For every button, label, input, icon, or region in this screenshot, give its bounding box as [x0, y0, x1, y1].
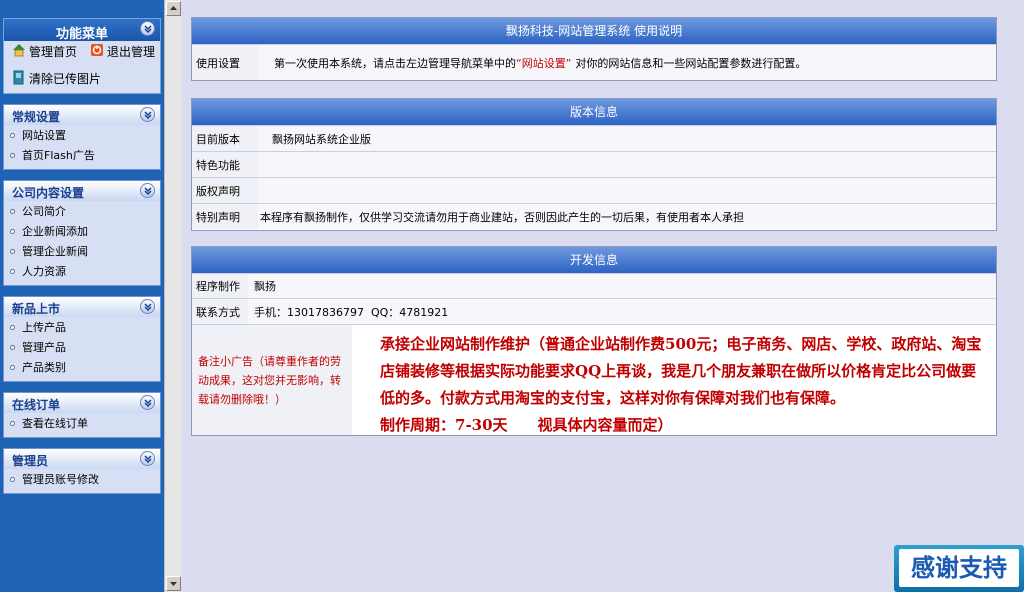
admin-title: 管理员	[12, 454, 49, 468]
bullet-icon	[10, 344, 15, 350]
ad-text: 承接企业网站制作维护（普通企业站制作费500元；电子商务、网店、学校、政府站、淘…	[380, 335, 982, 434]
online-orders-panel: 在线订单 查看在线订单	[3, 392, 161, 438]
arrow-down-icon	[170, 582, 177, 586]
developer-info-box: 开发信息 程序制作 飘扬 联系方式 手机：13017836797 QQ：4781…	[191, 246, 997, 436]
bullet-icon	[10, 364, 15, 370]
menu-item-upload-product[interactable]: 上传产品	[4, 317, 160, 337]
menu-item-add-news[interactable]: 企业新闻添加	[4, 221, 160, 241]
collapse-icon[interactable]	[140, 451, 155, 466]
features-row: 特色功能	[192, 151, 996, 177]
general-settings-title: 常规设置	[12, 110, 61, 124]
admin-panel: 管理员 管理员账号修改	[3, 448, 161, 494]
bullet-icon	[10, 132, 15, 138]
usage-text: 第一次使用本系统，请点击左边管理导航菜单中的 “网站设置” 对你的网站信息和一些网站…	[258, 45, 996, 80]
home-icon	[12, 43, 26, 60]
copyright-row: 版权声明	[192, 177, 996, 203]
author-row: 程序制作 飘扬	[192, 273, 996, 298]
bullet-icon	[10, 324, 15, 330]
online-orders-title: 在线订单	[12, 398, 61, 412]
version-row: 目前版本 飘扬网站系统企业版	[192, 125, 996, 151]
bullet-icon	[10, 152, 15, 158]
bullet-icon	[10, 248, 15, 254]
bullet-icon	[10, 228, 15, 234]
function-menu-title: 功能菜单	[55, 27, 108, 42]
dev-header: 开发信息	[192, 247, 996, 273]
scroll-down-button[interactable]	[166, 576, 181, 591]
disclaimer-row: 特别声明 本程序有飘扬制作，仅供学习交流请勿用于商业建站，否则因此产生的一切后果…	[192, 203, 996, 229]
version-info-box: 版本信息 目前版本 飘扬网站系统企业版 特色功能 版权声明 特别声明 本程序有飘…	[191, 98, 997, 231]
arrow-up-icon	[170, 6, 177, 10]
bullet-icon	[10, 420, 15, 426]
function-menu-header: 功能菜单	[4, 19, 160, 42]
clear-images-link[interactable]: 清除已传图片	[12, 69, 101, 88]
menu-item-admin-account[interactable]: 管理员账号修改	[4, 469, 160, 489]
admin-home-label: 管理首页	[29, 45, 78, 59]
bullet-icon	[10, 208, 15, 214]
bullet-icon	[10, 476, 15, 482]
collapse-icon[interactable]	[140, 183, 155, 198]
collapse-icon[interactable]	[140, 395, 155, 410]
usage-row: 使用设置 第一次使用本系统，请点击左边管理导航菜单中的 “网站设置” 对你的网站信息…	[192, 44, 996, 80]
site-settings-highlight: “网站设置”	[516, 56, 572, 70]
admin-home-link[interactable]: 管理首页	[12, 43, 77, 60]
general-settings-panel: 常规设置 网站设置 首页Flash广告	[3, 104, 161, 170]
clear-images-icon	[12, 69, 26, 88]
scroll-up-button[interactable]	[166, 1, 181, 16]
company-content-title: 公司内容设置	[12, 186, 85, 200]
new-products-title: 新品上市	[12, 302, 61, 316]
exit-icon	[90, 43, 104, 60]
menu-item-manage-news[interactable]: 管理企业新闻	[4, 241, 160, 261]
usage-header: 飘扬科技-网站管理系统 使用说明	[192, 18, 996, 44]
menu-item-product-categories[interactable]: 产品类别	[4, 357, 160, 377]
menu-item-homepage-flash-ad[interactable]: 首页Flash广告	[4, 145, 160, 165]
menu-item-company-profile[interactable]: 公司简介	[4, 201, 160, 221]
menu-item-manage-products[interactable]: 管理产品	[4, 337, 160, 357]
new-products-panel: 新品上市 上传产品 管理产品 产品类别	[3, 296, 161, 382]
version-header: 版本信息	[192, 99, 996, 125]
sidebar-scrollbar[interactable]	[164, 0, 181, 592]
usage-label: 使用设置	[192, 45, 258, 80]
thanks-badge: 感谢支持	[894, 545, 1024, 592]
contact-row: 联系方式 手机：13017836797 QQ：4781921	[192, 298, 996, 324]
menu-item-view-orders[interactable]: 查看在线订单	[4, 413, 160, 433]
ad-row: 备注小广告（请尊重作者的劳动成果，这对您并无影响，转载请勿删除哦！） 承接企业网…	[192, 324, 996, 435]
menu-item-human-resources[interactable]: 人力资源	[4, 261, 160, 281]
sidebar: 功能菜单 管理首页 退出管理 清除已传图片 常规设置 网站设置 首页Flash广…	[0, 0, 164, 592]
collapse-icon[interactable]	[140, 299, 155, 314]
logout-link[interactable]: 退出管理	[90, 43, 155, 60]
bullet-icon	[10, 268, 15, 274]
collapse-icon[interactable]	[140, 21, 155, 36]
menu-item-site-settings[interactable]: 网站设置	[4, 125, 160, 145]
thanks-text: 感谢支持	[899, 549, 1019, 587]
usage-instructions-box: 飘扬科技-网站管理系统 使用说明 使用设置 第一次使用本系统，请点击左边管理导航…	[191, 17, 997, 81]
logout-label: 退出管理	[107, 45, 156, 59]
collapse-icon[interactable]	[140, 107, 155, 122]
ad-note: 备注小广告（请尊重作者的劳动成果，这对您并无影响，转载请勿删除哦！）	[192, 325, 352, 435]
company-content-panel: 公司内容设置 公司简介 企业新闻添加 管理企业新闻 人力资源	[3, 180, 161, 286]
clear-images-label: 清除已传图片	[29, 72, 102, 86]
function-menu-panel: 功能菜单 管理首页 退出管理 清除已传图片	[3, 18, 161, 94]
